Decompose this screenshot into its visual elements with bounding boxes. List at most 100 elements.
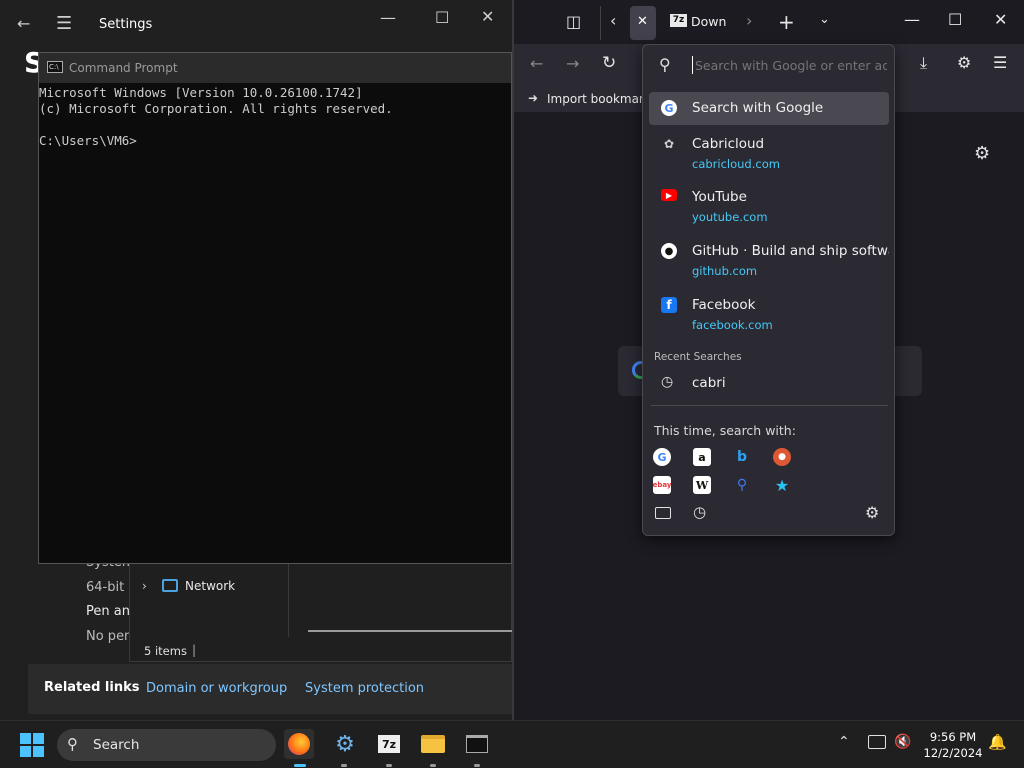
network-icon [162, 579, 178, 592]
expand-chevron-icon[interactable]: › [142, 579, 147, 593]
pane-divider [288, 561, 289, 637]
history-clock-icon: ◷ [661, 374, 674, 390]
suggestion-row-facebook[interactable]: f Facebook facebook.com [649, 294, 889, 338]
folder-icon [421, 735, 445, 753]
taskbar-app-7zip[interactable]: 7z [374, 729, 404, 759]
suggestion-url: youtube.com [692, 210, 768, 224]
tab-label-downloads[interactable]: Down [691, 14, 726, 29]
system-protection-link[interactable]: System protection [305, 681, 424, 696]
settings-list-text-4: No pen [86, 629, 133, 644]
maximize-icon[interactable]: ☐ [435, 8, 449, 27]
downloads-icon[interactable]: ⤓ [920, 53, 927, 73]
network-status-icon[interactable] [868, 735, 886, 749]
windows-logo-icon [20, 733, 31, 744]
tab-close-icon[interactable]: ✕ [637, 14, 648, 29]
taskbar-app-command-prompt[interactable] [462, 729, 492, 759]
history-search-icon[interactable]: ◷ [693, 503, 706, 521]
cmd-output[interactable]: Microsoft Windows [Version 10.0.26100.17… [39, 85, 511, 149]
tab-close-button[interactable]: ✕ [630, 6, 656, 40]
reload-icon[interactable]: ↻ [602, 53, 616, 73]
wikipedia-engine-button[interactable]: W [693, 476, 711, 494]
suggestion-title: GitHub · Build and ship software [692, 243, 889, 259]
status-item-count: 5 items [144, 644, 187, 658]
import-bookmarks-icon: ➜ [528, 91, 539, 105]
taskbar-app-settings[interactable]: ⚙ [330, 729, 360, 759]
extensions-icon[interactable]: ⚙ [957, 53, 971, 72]
settings-list-text-2: 64-bit [86, 580, 125, 595]
taskbar: ⚲ Search ⚙ 7z ⌃ 🔇 9:56 PM 12/2/2024 🔔 [0, 720, 1024, 768]
taskbar-search-box[interactable]: ⚲ Search [57, 729, 276, 761]
tab-scroll-left-icon[interactable]: ‹ [610, 11, 616, 30]
search-settings-icon[interactable]: ⚙ [865, 503, 879, 522]
tab-scroll-right-icon[interactable]: › [746, 11, 752, 30]
bookmarks-star-button[interactable]: ★ [773, 476, 791, 495]
cmd-title: Command Prompt [69, 61, 178, 75]
running-app-indicator [386, 764, 392, 767]
tabs-search-icon[interactable] [655, 507, 671, 519]
search-icon: ⚲ [659, 55, 671, 74]
suggestion-row-github[interactable]: ● GitHub · Build and ship software githu… [649, 240, 889, 284]
amazon-engine-button[interactable]: a [693, 448, 711, 466]
new-tab-icon[interactable]: + [778, 10, 795, 34]
start-button[interactable] [20, 733, 44, 757]
forward-icon[interactable]: → [566, 54, 579, 73]
cmd-titlebar: C:\ Command Prompt [39, 53, 511, 83]
youtube-icon: ▶ [661, 189, 677, 201]
this-time-search-label: This time, search with: [654, 423, 796, 438]
google-icon: G [661, 100, 677, 116]
search-engine-button[interactable]: ⚲ [733, 476, 751, 494]
ebay-engine-button[interactable]: ebay [653, 476, 671, 494]
suggestion-row-cabricloud[interactable]: ✿ Cabricloud cabricloud.com [649, 133, 889, 177]
github-icon: ● [661, 243, 677, 259]
duckduckgo-engine-button[interactable]: ● [773, 448, 791, 466]
hamburger-menu-icon[interactable]: ☰ [56, 13, 72, 34]
status-separator: | [192, 643, 197, 657]
page-settings-icon[interactable]: ⚙ [974, 143, 990, 164]
volume-muted-icon[interactable]: 🔇 [894, 734, 911, 750]
cmd-line-3 [39, 117, 511, 133]
scrollbar[interactable] [308, 630, 513, 632]
back-arrow-icon[interactable]: ← [17, 14, 30, 33]
cmd-line-4: C:\Users\VM6> [39, 133, 137, 148]
suggestion-title: Cabricloud [692, 136, 765, 152]
running-app-indicator [474, 764, 480, 767]
terminal-icon [466, 735, 488, 753]
google-engine-button[interactable]: G [653, 448, 671, 466]
minimize-icon[interactable]: — [380, 8, 396, 27]
suggestion-row-youtube[interactable]: ▶ YouTube youtube.com [649, 186, 889, 230]
clock[interactable]: 9:56 PM 12/2/2024 [918, 729, 988, 763]
firefox-tabbar: ◫ ‹ ✕ 7z Down › + ⌄ — ☐ ✕ [514, 0, 1024, 44]
minimize-icon[interactable]: — [904, 10, 920, 29]
taskbar-app-file-explorer[interactable] [418, 729, 448, 759]
clock-date: 12/2/2024 [923, 746, 983, 760]
suggestion-title: YouTube [692, 189, 747, 205]
domain-workgroup-link[interactable]: Domain or workgroup [146, 681, 287, 696]
recent-search-text: cabri [692, 375, 726, 391]
list-tabs-icon[interactable]: ⌄ [819, 12, 830, 27]
cabricloud-icon: ✿ [663, 137, 675, 151]
suggestion-row-search-google[interactable]: G Search with Google [649, 92, 889, 125]
show-hidden-icons-chevron-icon[interactable]: ⌃ [838, 734, 850, 750]
urlbar[interactable]: ⚲ [643, 45, 896, 85]
clock-time: 9:56 PM [929, 730, 977, 744]
settings-title: Settings [99, 17, 153, 32]
related-links-bar: Related links Domain or workgroup System… [28, 664, 512, 714]
recent-search-row[interactable]: ◷ cabri [649, 370, 889, 398]
url-input[interactable] [693, 54, 889, 76]
suggestion-url: facebook.com [692, 318, 773, 332]
close-icon[interactable]: ✕ [481, 7, 494, 26]
back-icon[interactable]: ← [530, 54, 543, 73]
tab-overview-icon[interactable]: ◫ [566, 12, 581, 31]
tree-item-network[interactable]: Network [185, 579, 235, 593]
windows-logo-icon [33, 746, 44, 757]
active-app-indicator [294, 764, 306, 767]
maximize-icon[interactable]: ☐ [948, 10, 962, 29]
windows-logo-icon [33, 733, 44, 744]
bing-engine-button[interactable]: b [733, 448, 751, 466]
close-icon[interactable]: ✕ [994, 10, 1007, 29]
taskbar-app-firefox[interactable] [284, 729, 314, 759]
app-menu-icon[interactable]: ☰ [993, 53, 1007, 72]
settings-gear-icon: ⚙ [335, 731, 355, 757]
notifications-bell-icon[interactable]: 🔔 [988, 733, 1007, 751]
running-app-indicator [430, 764, 436, 767]
